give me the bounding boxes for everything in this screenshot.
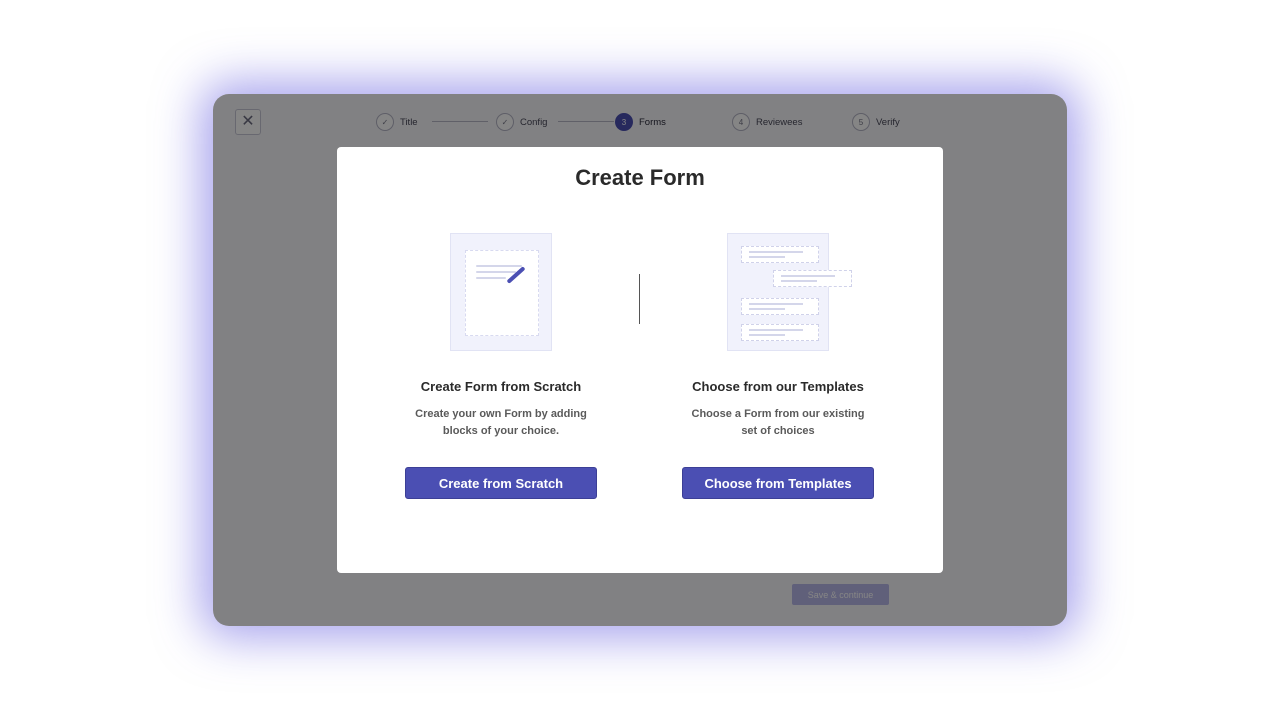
option-title: Create Form from Scratch [420, 379, 582, 394]
block-line [749, 308, 785, 310]
template-block [741, 324, 819, 341]
option-description: Create your own Form by adding blocks of… [401, 406, 601, 440]
description-line: Choose a Form from our existing [691, 408, 865, 420]
divider [639, 274, 640, 324]
description-line: Create your own Form by adding [415, 408, 587, 420]
block-line [749, 329, 803, 331]
template-block [773, 270, 852, 287]
block-line [749, 303, 803, 305]
description-line: blocks of your choice. [442, 425, 560, 437]
description-line: set of choices [741, 425, 815, 437]
choose-from-templates-button[interactable]: Choose from Templates [682, 467, 874, 499]
option-templates: Choose from our Templates Choose a Form … [662, 233, 894, 499]
text-line [476, 277, 506, 279]
block-line [781, 275, 835, 277]
pen-icon [506, 266, 526, 284]
paper-sheet [465, 250, 539, 336]
modal-title: Create Form [575, 165, 705, 190]
template-block [741, 246, 819, 263]
block-line [749, 256, 785, 258]
blank-form-pen-icon [450, 233, 552, 351]
create-form-modal: Create Form Create Form from Scratch Cre… [337, 147, 943, 573]
option-scratch: Create Form from Scratch Create your own… [385, 233, 617, 499]
form-templates-icon [727, 233, 852, 351]
template-block [741, 298, 819, 315]
block-line [749, 251, 803, 253]
text-line [476, 271, 516, 273]
block-line [781, 280, 817, 282]
option-title: Choose from our Templates [692, 379, 864, 394]
block-line [749, 334, 785, 336]
text-line [476, 265, 522, 267]
create-from-scratch-button[interactable]: Create from Scratch [405, 467, 597, 499]
option-description: Choose a Form from our existing set of c… [678, 406, 878, 440]
